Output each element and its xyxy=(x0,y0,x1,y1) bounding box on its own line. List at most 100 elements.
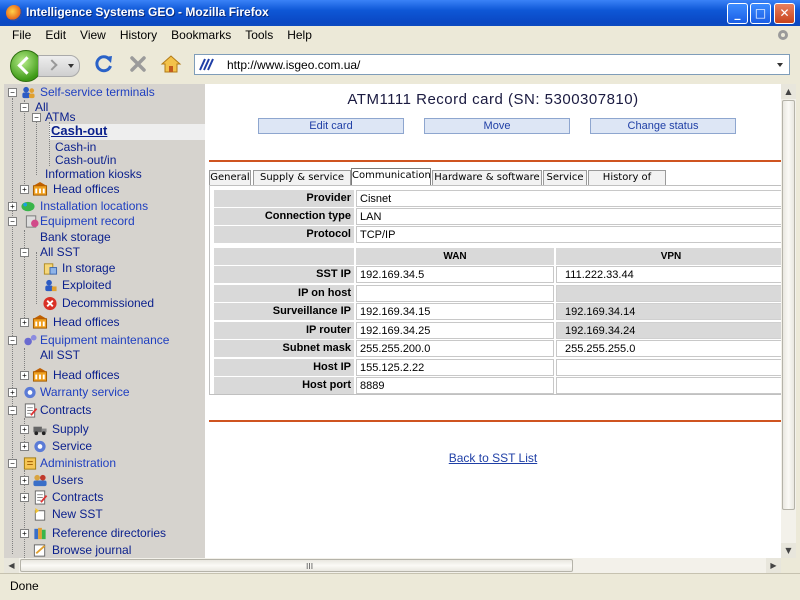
vpn-value: 111.222.33.44 xyxy=(556,266,781,283)
ip-row-label: Subnet mask xyxy=(214,340,354,357)
change-status-button[interactable]: Change status xyxy=(590,118,736,134)
address-bar[interactable]: http://www.isgeo.com.ua/ xyxy=(194,54,790,75)
gear-icon xyxy=(34,440,46,453)
expand-icon[interactable]: + xyxy=(8,202,17,211)
ip-row-label: IP router xyxy=(214,321,354,339)
url-text[interactable]: http://www.isgeo.com.ua/ xyxy=(227,58,360,72)
expand-icon[interactable]: + xyxy=(20,442,29,451)
wan-value: 192.169.34.25 xyxy=(356,321,554,339)
navigation-toolbar: http://www.isgeo.com.ua/ xyxy=(4,46,796,85)
divider xyxy=(209,420,781,422)
tab-communication[interactable]: Communication xyxy=(351,168,431,185)
building-icon xyxy=(32,182,48,196)
tree-line xyxy=(24,230,25,322)
vpn-header: VPN xyxy=(556,248,781,265)
connection-type-value: LAN xyxy=(356,208,781,225)
admin-icon xyxy=(23,457,37,470)
menu-edit[interactable]: Edit xyxy=(37,26,72,42)
collapse-icon[interactable]: − xyxy=(32,113,41,122)
collapse-icon[interactable]: − xyxy=(20,103,29,112)
expand-icon[interactable]: + xyxy=(20,185,29,194)
sidebar-item-label: Exploited xyxy=(62,278,112,292)
ip-row-label: Host port xyxy=(214,377,354,394)
horizontal-scroll-thumb[interactable]: III xyxy=(20,559,573,572)
sidebar-item-label: All SST xyxy=(40,348,81,362)
home-icon[interactable] xyxy=(160,54,182,74)
wan-value: 8889 xyxy=(356,377,554,394)
sidebar-item-label: Head offices xyxy=(53,368,120,382)
scroll-up-icon[interactable]: ▲ xyxy=(781,84,796,99)
tab-supply-service[interactable]: Supply & service xyxy=(253,170,351,185)
record-card-page: ATM1111 Record card (SN: 5300307810) Edi… xyxy=(205,84,781,558)
url-dropdown-icon[interactable] xyxy=(777,63,783,67)
collapse-icon[interactable]: − xyxy=(8,406,17,415)
menu-tools[interactable]: Tools xyxy=(237,26,279,42)
new-icon xyxy=(34,507,46,521)
building-icon xyxy=(32,368,48,382)
vertical-scrollbar[interactable]: ▲ ▼ xyxy=(781,84,796,558)
expand-icon[interactable]: + xyxy=(20,493,29,502)
sidebar-item-label: Users xyxy=(52,473,84,487)
sidebar-item-label: Administration xyxy=(40,456,117,470)
expand-icon[interactable]: + xyxy=(20,529,29,538)
journal-icon xyxy=(33,544,46,557)
edit-card-button[interactable]: Edit card xyxy=(258,118,404,134)
expand-icon[interactable]: + xyxy=(20,425,29,434)
back-to-sst-list-link[interactable]: Back to SST List xyxy=(205,451,781,465)
tab-hardware-software[interactable]: Hardware & software xyxy=(432,170,542,185)
minimize-button[interactable]: _ xyxy=(727,3,748,24)
tree-line xyxy=(24,100,25,192)
stop-icon[interactable] xyxy=(128,54,148,74)
horizontal-scrollbar[interactable]: ◀ III ▶ xyxy=(4,558,781,573)
menu-bookmarks[interactable]: Bookmarks xyxy=(163,26,237,42)
expand-icon[interactable]: + xyxy=(20,318,29,327)
expand-icon[interactable]: + xyxy=(8,388,17,397)
tree-line xyxy=(36,252,37,304)
menu-help[interactable]: Help xyxy=(279,26,318,42)
sidebar-item-label: Contracts xyxy=(52,490,104,504)
collapse-icon[interactable]: − xyxy=(8,459,17,468)
tab-history-of-works[interactable]: History of works xyxy=(588,170,666,197)
tree-line xyxy=(36,120,37,175)
move-button[interactable]: Move xyxy=(424,118,570,134)
tab-service[interactable]: Service xyxy=(543,170,587,185)
scroll-down-icon[interactable]: ▼ xyxy=(781,543,796,558)
collapse-icon[interactable]: − xyxy=(8,88,17,97)
vpn-value xyxy=(556,284,781,302)
vertical-scroll-thumb[interactable] xyxy=(782,100,795,510)
tab-general[interactable]: General xyxy=(209,170,251,185)
collapse-icon[interactable]: − xyxy=(8,336,17,345)
menu-file[interactable]: File xyxy=(4,26,37,42)
history-dropdown-icon[interactable] xyxy=(68,64,74,68)
collapse-icon[interactable]: − xyxy=(20,248,29,257)
equipment-icon xyxy=(25,215,39,228)
expand-icon[interactable]: + xyxy=(20,476,29,485)
protocol-label: Protocol xyxy=(214,226,354,243)
collapse-icon[interactable]: − xyxy=(8,217,17,226)
sidebar-item-label: Supply xyxy=(52,422,89,436)
expand-icon[interactable]: + xyxy=(20,371,29,380)
user-icon xyxy=(45,279,57,292)
provider-value: Cisnet xyxy=(356,190,781,207)
record-title: ATM1111 Record card (SN: 5300307810) xyxy=(347,91,639,108)
menu-history[interactable]: History xyxy=(112,26,163,42)
menu-bar: File Edit View History Bookmarks Tools Help xyxy=(4,26,796,46)
vpn-value: 255.255.255.0 xyxy=(556,340,781,357)
forward-button[interactable] xyxy=(38,55,80,77)
status-text: Done xyxy=(10,579,39,593)
sidebar-item-label: Contracts xyxy=(40,403,92,417)
vpn-value xyxy=(556,358,781,376)
scroll-left-icon[interactable]: ◀ xyxy=(4,558,19,573)
wan-value: 192.169.34.5 xyxy=(356,266,554,283)
wan-value xyxy=(356,284,554,302)
delete-icon xyxy=(43,296,57,311)
close-button[interactable]: ✕ xyxy=(774,3,795,24)
sidebar-item-label: Self-service terminals xyxy=(40,85,155,99)
people-icon xyxy=(22,86,35,99)
books-icon xyxy=(34,527,46,540)
scroll-grip: III xyxy=(306,562,314,571)
maximize-button[interactable]: □ xyxy=(750,3,771,24)
scroll-right-icon[interactable]: ▶ xyxy=(766,558,781,573)
reload-icon[interactable] xyxy=(94,54,114,74)
menu-view[interactable]: View xyxy=(72,26,112,42)
